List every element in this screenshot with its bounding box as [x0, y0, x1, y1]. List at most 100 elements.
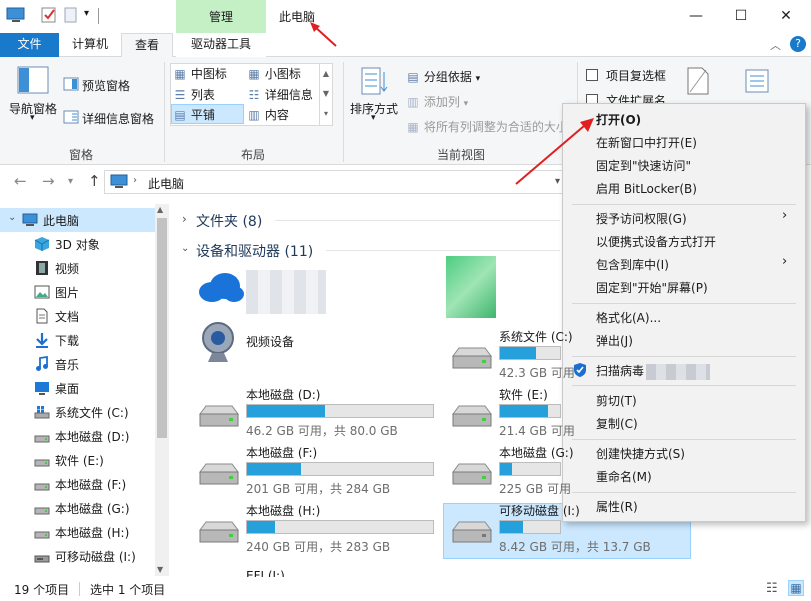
- layout-medium-icons[interactable]: ▦ 中图标: [173, 65, 227, 82]
- tab-drive-tools[interactable]: 驱动器工具: [176, 33, 266, 57]
- drive-name[interactable]: 本地磁盘 (F:): [246, 444, 317, 461]
- qat-properties-icon[interactable]: [40, 6, 58, 24]
- minimize-button[interactable]: —: [674, 0, 718, 32]
- details-view-icon[interactable]: ☷: [766, 581, 778, 596]
- up-arrow-icon[interactable]: ↑: [88, 172, 101, 190]
- folders-chevron-icon[interactable]: ›: [182, 212, 187, 226]
- nav-item[interactable]: 本地磁盘 (H:): [0, 520, 155, 544]
- layout-scroll-column[interactable]: ▲ ▼ ▾: [319, 64, 332, 125]
- menu-include-library[interactable]: 包含到库中(I): [563, 254, 805, 276]
- hide-selected-icon[interactable]: [686, 66, 710, 96]
- nav-item[interactable]: 音乐: [0, 352, 155, 376]
- menu-properties[interactable]: 属性(R): [563, 496, 805, 518]
- drive-icon[interactable]: [449, 402, 495, 432]
- drive-name[interactable]: 本地磁盘 (H:): [246, 502, 320, 519]
- app-icon[interactable]: [6, 6, 26, 24]
- webcam-icon[interactable]: [198, 320, 238, 366]
- blurred-app-icon[interactable]: [446, 256, 496, 318]
- video-device-label[interactable]: 视频设备: [246, 333, 294, 350]
- drive-name[interactable]: 本地磁盘 (D:): [246, 386, 320, 403]
- nav-item[interactable]: 桌面: [0, 376, 155, 400]
- drive-icon[interactable]: [449, 344, 495, 374]
- add-column-button[interactable]: ▥ 添加列 ▾: [406, 93, 468, 110]
- group-by-button[interactable]: ▤ 分组依据 ▾: [406, 68, 480, 85]
- nav-item[interactable]: 本地磁盘 (G:): [0, 496, 155, 520]
- forward-arrow-icon[interactable]: →: [42, 172, 55, 190]
- nav-scroll-down-icon[interactable]: ▼: [157, 565, 163, 574]
- menu-rename[interactable]: 重命名(M): [563, 466, 805, 488]
- menu-bitlocker[interactable]: 启用 BitLocker(B): [563, 178, 805, 200]
- preview-pane-button[interactable]: 预览窗格: [82, 77, 130, 94]
- nav-item[interactable]: 软件 (E:): [0, 448, 155, 472]
- drive-icon[interactable]: [196, 402, 242, 432]
- qat-dropdown-icon[interactable]: ▾: [84, 8, 89, 19]
- layout-small-icons[interactable]: ▦ 小图标: [247, 65, 301, 82]
- nav-item[interactable]: 图片: [0, 280, 155, 304]
- item-checkbox-toggle[interactable]: [586, 69, 598, 81]
- nav-item[interactable]: 本地磁盘 (D:): [0, 424, 155, 448]
- cloud-drive-icon[interactable]: [196, 270, 244, 304]
- devices-section-header[interactable]: 设备和驱动器 (11): [196, 241, 313, 261]
- tab-file[interactable]: 文件: [0, 33, 59, 57]
- menu-open[interactable]: 打开(O): [563, 109, 805, 131]
- drive-name[interactable]: 系统文件 (C:): [499, 328, 573, 345]
- menu-pin-quick-access[interactable]: 固定到"快速访问": [563, 155, 805, 177]
- drive-icon[interactable]: [196, 460, 242, 490]
- nav-pane-icon[interactable]: [17, 66, 49, 94]
- qat-newfolder-icon[interactable]: [63, 6, 79, 24]
- manage-tab-label[interactable]: 管理: [176, 8, 266, 25]
- menu-cut[interactable]: 剪切(T): [563, 390, 805, 412]
- layout-tiles[interactable]: ▤ 平铺: [173, 106, 215, 123]
- breadcrumb-chevron-icon[interactable]: ›: [133, 175, 137, 186]
- drive-icon[interactable]: [449, 460, 495, 490]
- tiles-view-icon[interactable]: ▦: [788, 580, 804, 596]
- options-icon[interactable]: [744, 68, 770, 94]
- expand-chevron-icon[interactable]: ⌄: [8, 212, 16, 223]
- nav-pane-dropdown-icon[interactable]: ▾: [30, 113, 35, 123]
- drive-icon[interactable]: [196, 518, 242, 548]
- ribbon-collapse-icon[interactable]: ︿: [770, 37, 781, 53]
- layout-details[interactable]: ☷ 详细信息: [247, 86, 313, 103]
- drive-name[interactable]: 可移动磁盘 (I:): [499, 502, 580, 519]
- close-button[interactable]: ✕: [764, 0, 808, 32]
- fit-columns-button[interactable]: ▦ 将所有列调整为合适的大小: [406, 118, 568, 135]
- tab-computer[interactable]: 计算机: [60, 33, 120, 57]
- menu-open-new-window[interactable]: 在新窗口中打开(E): [563, 132, 805, 154]
- menu-grant-access[interactable]: 授予访问权限(G): [563, 208, 805, 230]
- menu-pin-start[interactable]: 固定到"开始"屏幕(P): [563, 277, 805, 299]
- usb-drive-icon[interactable]: [449, 518, 495, 548]
- address-dropdown-icon[interactable]: ▾: [555, 176, 560, 187]
- menu-open-portable[interactable]: 以便携式设备方式打开: [563, 231, 805, 253]
- address-path[interactable]: 此电脑: [148, 175, 184, 192]
- preview-pane-icon[interactable]: [63, 77, 79, 91]
- nav-scroll-up-icon[interactable]: ▲: [157, 205, 163, 214]
- nav-item[interactable]: 下载: [0, 328, 155, 352]
- nav-item[interactable]: 本地磁盘 (F:): [0, 472, 155, 496]
- sort-dropdown-icon[interactable]: ▾: [371, 113, 376, 123]
- drive-name[interactable]: 本地磁盘 (G:): [499, 444, 574, 461]
- nav-scrollbar-thumb[interactable]: [157, 218, 167, 438]
- nav-item[interactable]: 可移动磁盘 (I:): [0, 544, 155, 568]
- devices-chevron-icon[interactable]: ⌄: [181, 243, 189, 254]
- back-arrow-icon[interactable]: ←: [14, 172, 27, 190]
- folders-section-header[interactable]: 文件夹 (8): [196, 211, 262, 231]
- details-pane-button[interactable]: 详细信息窗格: [82, 110, 154, 127]
- nav-item[interactable]: 系统文件 (C:): [0, 400, 155, 424]
- help-icon[interactable]: ?: [790, 36, 806, 52]
- menu-create-shortcut[interactable]: 创建快捷方式(S): [563, 443, 805, 465]
- sort-icon[interactable]: [360, 66, 390, 96]
- efi-partial-label[interactable]: EFI (J:): [246, 569, 285, 577]
- menu-eject[interactable]: 弹出(J): [563, 330, 805, 352]
- nav-item[interactable]: 视频: [0, 256, 155, 280]
- menu-format[interactable]: 格式化(A)...: [563, 307, 805, 329]
- layout-list[interactable]: ☰ 列表: [173, 86, 215, 103]
- nav-item[interactable]: 此电脑: [0, 208, 155, 232]
- tab-view[interactable]: 查看: [121, 33, 173, 58]
- maximize-button[interactable]: ☐: [719, 0, 763, 32]
- drive-name[interactable]: 软件 (E:): [499, 386, 548, 403]
- nav-item[interactable]: 3D 对象: [0, 232, 155, 256]
- details-pane-icon[interactable]: [63, 110, 79, 124]
- nav-item[interactable]: 文档: [0, 304, 155, 328]
- layout-content[interactable]: ▥ 内容: [247, 106, 289, 123]
- menu-copy[interactable]: 复制(C): [563, 413, 805, 435]
